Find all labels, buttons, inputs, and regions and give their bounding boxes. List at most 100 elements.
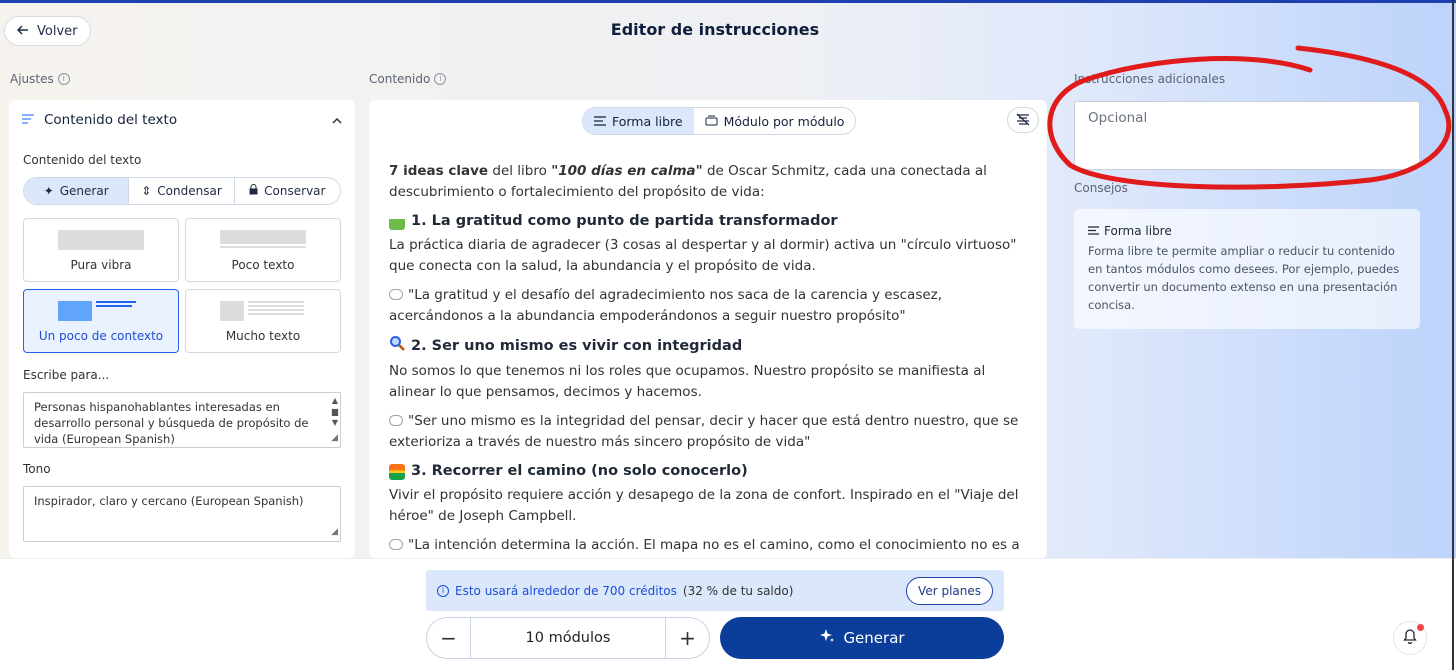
credits-info-banner: i Esto usará alrededor de 700 créditos (… [426, 570, 1004, 611]
resize-handle-icon[interactable]: ◢ [331, 524, 338, 540]
option-pure-vibe[interactable]: Pura vibra [23, 218, 179, 282]
freeform-tab[interactable]: Forma libre [583, 108, 694, 134]
placeholder-line [248, 313, 304, 315]
content-panel: Forma libre Módulo por módulo 7 ideas cl… [369, 100, 1047, 558]
settings-section-label: Ajustes i [10, 72, 70, 86]
placeholder-line [96, 305, 132, 307]
tone-label: Tono [23, 462, 51, 476]
idea-body: No somos lo que tenemos ni los roles que… [389, 363, 986, 400]
credits-balance-text: (32 % de tu saldo) [682, 583, 794, 598]
lines-icon [594, 114, 606, 129]
settings-panel: Contenido del texto Contenido del texto … [9, 100, 355, 558]
chevron-up-icon[interactable] [332, 113, 342, 128]
mode-generate-button[interactable]: ✦ Generar [24, 178, 130, 204]
idea-quote: "La gratitud y el desafío del agradecimi… [389, 285, 1034, 327]
quote-text: "Ser uno mismo es la integridad del pens… [389, 413, 1019, 450]
increment-button[interactable]: + [666, 618, 709, 658]
option-label: Pura vibra [70, 258, 132, 272]
additional-instructions-input[interactable]: Opcional [1074, 101, 1420, 170]
module-by-module-tab[interactable]: Módulo por módulo [694, 108, 856, 134]
instructions-section-label: Instrucciones adicionales [1074, 72, 1225, 86]
mode-label: Condensar [157, 184, 222, 198]
mode-preserve-button[interactable]: Conservar [235, 178, 340, 204]
sunrise-icon [389, 463, 405, 480]
notifications-button[interactable] [1393, 621, 1427, 655]
lock-icon [249, 184, 258, 198]
decrement-button[interactable]: − [427, 618, 470, 658]
mode-condense-button[interactable]: ⇕ Condensar [129, 178, 235, 204]
idea-quote: "Ser uno mismo es la integridad del pens… [389, 411, 1034, 453]
text-amount-options: Pura vibra Poco texto Un poco de context… [23, 218, 341, 353]
minus-icon: − [440, 626, 457, 650]
intro-bold: 7 ideas clave [389, 163, 489, 179]
option-some-context[interactable]: Un poco de contexto [23, 289, 179, 353]
idea-heading: 1. La gratitud como punto de partida tra… [389, 211, 1034, 232]
idea-body: La práctica diaria de agradecer (3 cosas… [389, 237, 1017, 274]
modules-count[interactable]: 10 módulos [470, 618, 666, 658]
generate-button[interactable]: Generar [720, 617, 1004, 659]
resize-handle-icon[interactable]: ◢ [331, 430, 338, 446]
placeholder-line [248, 301, 304, 303]
placeholder-line [248, 305, 304, 307]
sparkle-icon: ✦ [43, 184, 54, 198]
content-mode-switch: Forma libre Módulo por módulo [582, 107, 857, 135]
screen-edge-border [1452, 0, 1454, 670]
clear-format-icon [1015, 111, 1031, 130]
seedling-icon [389, 213, 405, 230]
option-label: Un poco de contexto [38, 329, 164, 343]
placeholder-thumbnail [58, 301, 92, 321]
page-title: Editor de instrucciones [610, 20, 820, 39]
lines-icon [1088, 222, 1099, 240]
tone-textarea[interactable]: Inspirador, claro y cercano (European Sp… [23, 486, 341, 542]
cards-icon [705, 114, 718, 129]
option-label: Mucho texto [225, 329, 301, 343]
placeholder-thumbnail [220, 301, 244, 321]
tips-label: Consejos [1074, 181, 1128, 195]
speech-bubble-icon [389, 415, 403, 426]
placeholder-line [96, 301, 136, 303]
idea-heading-text: 3. Recorrer el camino (no solo conocerlo… [411, 463, 748, 479]
speech-bubble-icon [389, 289, 403, 300]
option-little-text[interactable]: Poco texto [185, 218, 341, 282]
tip-card: Forma libre Forma libre te permite ampli… [1074, 209, 1420, 329]
mode-label: Generar [59, 184, 109, 198]
content-body[interactable]: 7 ideas clave del libro "100 días en cal… [389, 161, 1034, 558]
panel-title: Contenido del texto [44, 112, 178, 128]
placeholder-line [248, 309, 304, 311]
idea-quote: "La intención determina la acción. El ma… [389, 535, 1034, 558]
view-plans-button[interactable]: Ver planes [906, 576, 993, 605]
info-icon[interactable]: i [57, 73, 70, 85]
content-section-label: Contenido i [369, 72, 447, 86]
tip-title-text: Forma libre [1104, 224, 1172, 238]
tab-label: Forma libre [612, 113, 683, 129]
idea-body: Vivir el propósito requiere acción y des… [389, 487, 1019, 524]
text-content-panel-header[interactable]: Contenido del texto [9, 100, 355, 140]
book-title: "100 días en calma" [551, 163, 703, 179]
settings-label-text: Ajustes [10, 72, 54, 86]
textarea-scrollbar[interactable]: ▲ ▆ ▼ [332, 395, 338, 428]
instructions-label-text: Instrucciones adicionales [1074, 72, 1226, 86]
sparkle-icon [819, 628, 835, 648]
speech-bubble-icon [389, 539, 403, 550]
clear-format-button[interactable] [1007, 107, 1039, 133]
info-icon: i [437, 584, 449, 597]
audience-label: Escribe para... [23, 368, 110, 382]
placeholder-thumbnail [220, 230, 306, 244]
content-label-text: Contenido [369, 72, 431, 86]
mode-label: Conservar [264, 184, 326, 198]
tip-title: Forma libre [1088, 222, 1406, 240]
modules-stepper: − 10 módulos + [426, 617, 710, 659]
audience-textarea[interactable]: Personas hispanohablantes interesadas en… [23, 392, 341, 448]
placeholder-line [220, 246, 306, 248]
credits-text: Esto usará alrededor de 700 créditos [455, 583, 677, 598]
text-content-label: Contenido del texto [23, 153, 142, 167]
tone-value: Inspirador, claro y cercano (European Sp… [34, 494, 304, 508]
intro-text: del libro [488, 163, 552, 179]
quote-text: "La gratitud y el desafío del agradecimi… [389, 287, 943, 324]
option-much-text[interactable]: Mucho texto [185, 289, 341, 353]
info-icon[interactable]: i [434, 73, 447, 85]
idea-heading-text: 2. Ser uno mismo es vivir con integridad [411, 338, 743, 354]
generate-label: Generar [843, 629, 905, 647]
text-mode-selector: ✦ Generar ⇕ Condensar Conservar [23, 177, 341, 205]
bell-icon [1403, 628, 1417, 648]
